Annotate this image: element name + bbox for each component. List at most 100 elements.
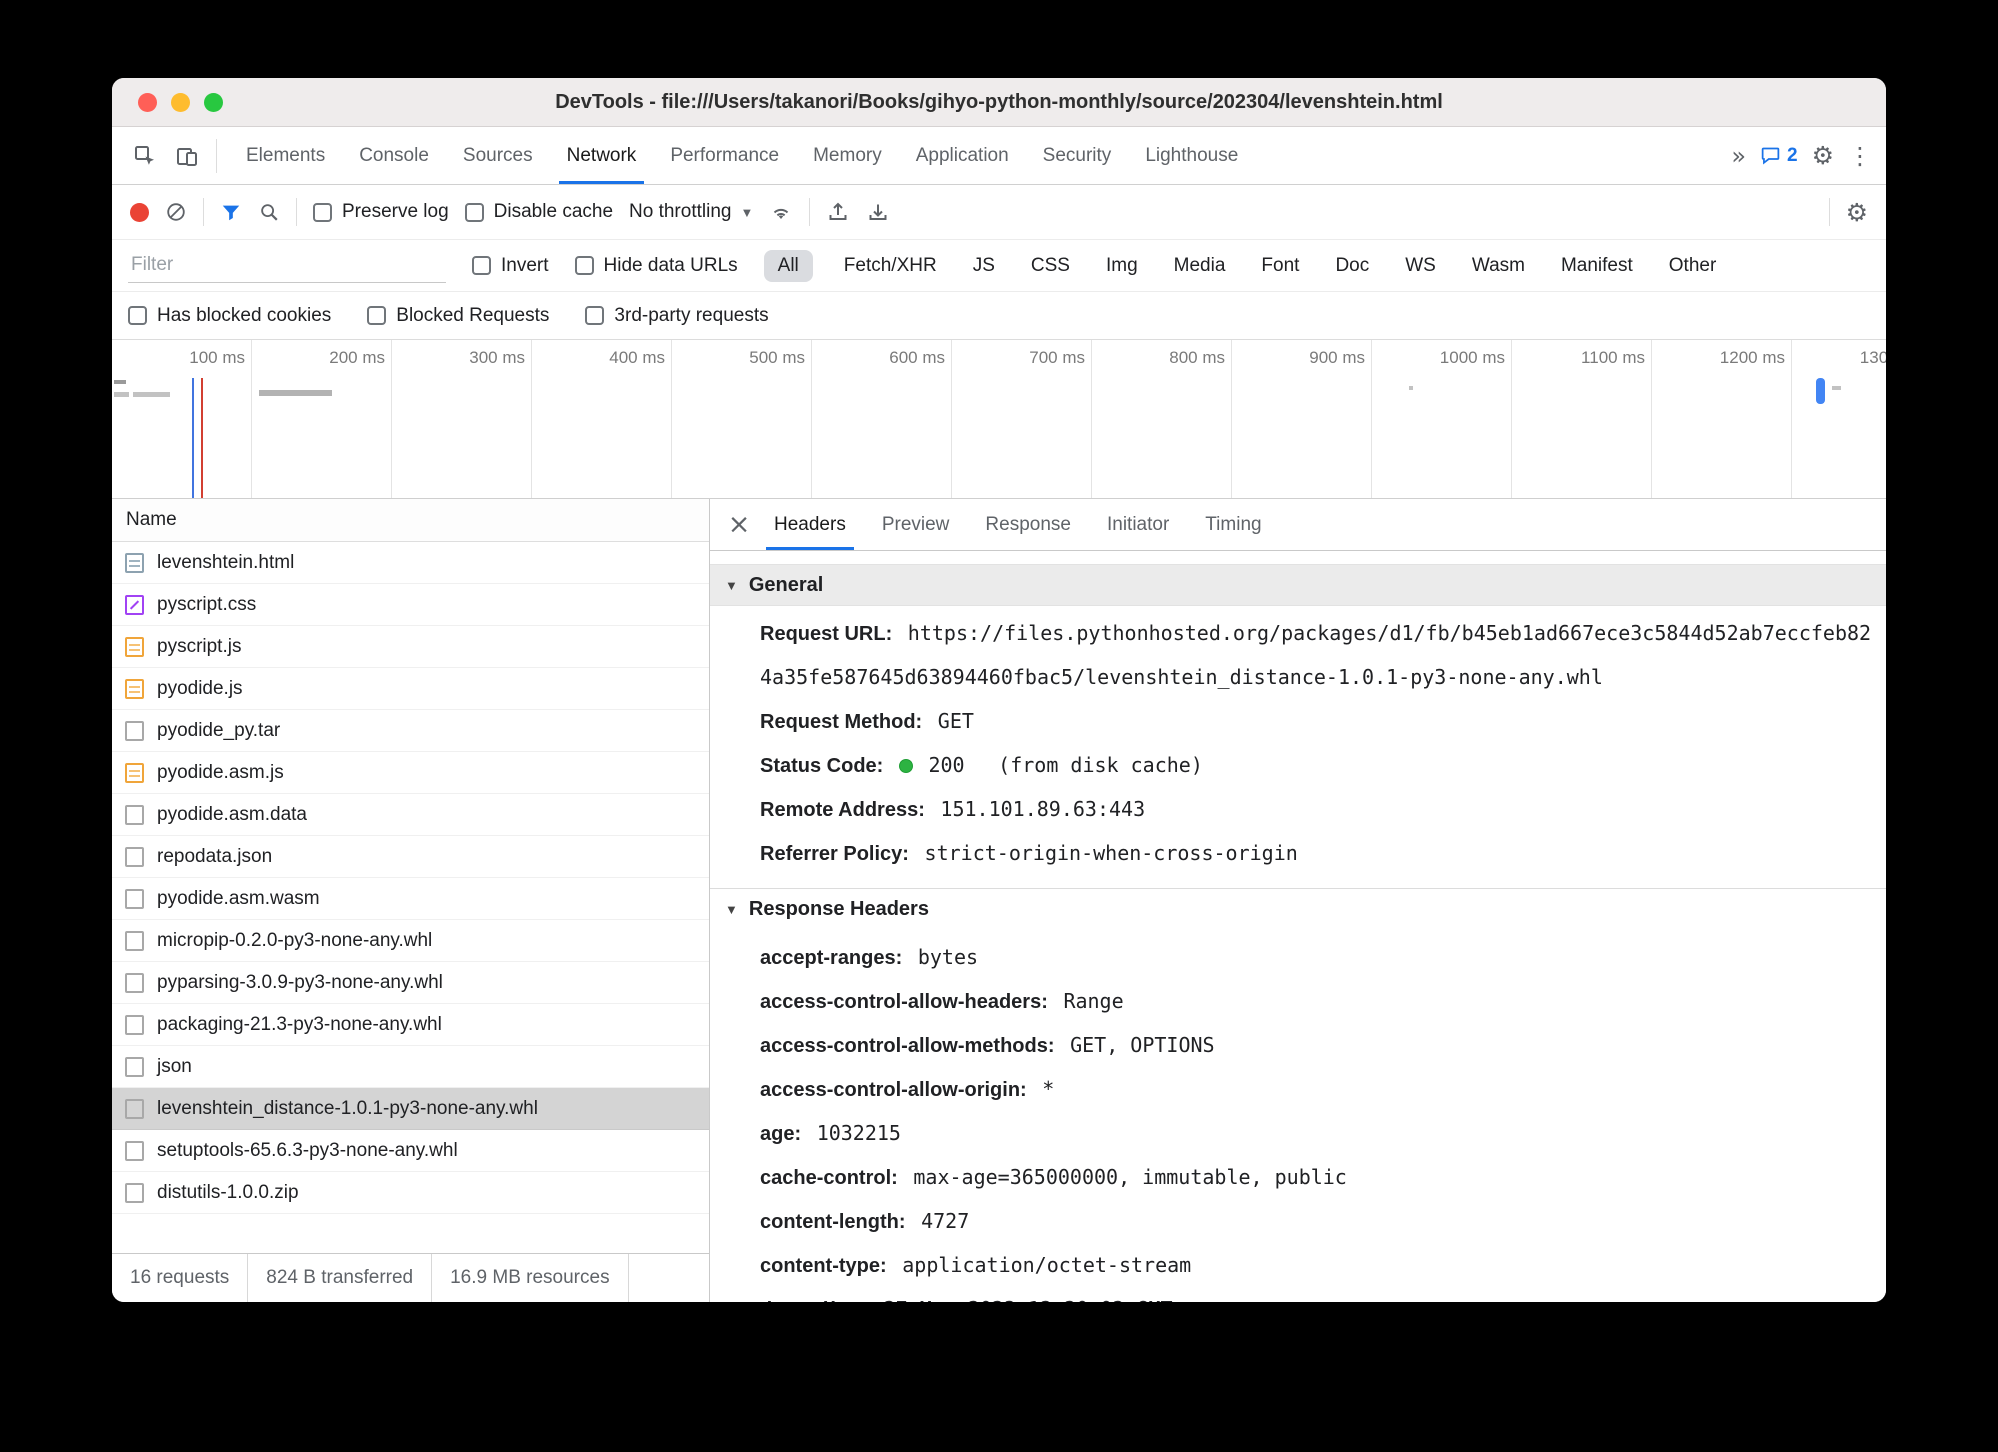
zoom-window-button[interactable] [204,93,223,112]
details-tab[interactable]: Timing [1187,499,1279,550]
panel-tab[interactable]: Elements [229,127,342,184]
details-tab-label: Preview [882,514,950,536]
load-event-marker [201,378,203,498]
preserve-log-checkbox[interactable] [313,203,332,222]
import-har-icon[interactable] [826,200,850,224]
third-party-requests-checkbox[interactable] [585,306,604,325]
panel-tab[interactable]: Network [550,127,654,184]
panel-tab[interactable]: Memory [796,127,899,184]
panel-tab-label: Sources [463,145,533,167]
network-conditions-icon[interactable] [769,200,793,224]
header-field-row: Request Method: GET [710,700,1876,744]
file-type-icon [125,931,144,951]
close-window-button[interactable] [138,93,157,112]
request-row[interactable]: micropip-0.2.0-py3-none-any.whl [112,920,709,962]
resource-type-filter[interactable]: Doc [1330,250,1374,282]
request-row[interactable]: pyodide.asm.wasm [112,878,709,920]
request-row[interactable]: setuptools-65.6.3-py3-none-any.whl [112,1130,709,1172]
resource-type-filter[interactable]: Font [1256,250,1304,282]
requests-list: levenshtein.html pyscript.css pyscript.j… [112,542,709,1253]
resource-type-filter[interactable]: Media [1169,250,1231,282]
preserve-log-option[interactable]: Preserve log [313,201,449,223]
disable-cache-checkbox[interactable] [465,203,484,222]
response-headers-section-header[interactable]: ▼ Response Headers [710,888,1886,930]
hide-data-urls-option[interactable]: Hide data URLs [575,255,738,277]
request-row[interactable]: pyodide.js [112,668,709,710]
panel-tab[interactable]: Lighthouse [1128,127,1255,184]
request-row[interactable]: json [112,1046,709,1088]
export-har-icon[interactable] [866,200,890,224]
request-name: json [157,1056,192,1078]
network-overview-timeline[interactable]: 100 ms200 ms300 ms400 ms500 ms600 ms700 … [112,340,1886,499]
hide-data-urls-checkbox[interactable] [575,256,594,275]
issues-counter[interactable]: 2 [1760,145,1798,167]
summary-stat: 824 B transferred [248,1254,432,1302]
panel-tab[interactable]: Security [1026,127,1129,184]
request-row[interactable]: distutils-1.0.0.zip [112,1172,709,1214]
inspect-element-icon[interactable] [128,139,162,173]
blocked-requests-checkbox[interactable] [367,306,386,325]
general-section-header[interactable]: ▼ General [710,564,1886,606]
resource-type-filter[interactable]: Img [1101,250,1143,282]
resource-type-filter[interactable]: WS [1400,250,1441,282]
blocked-requests-option[interactable]: Blocked Requests [367,305,549,327]
panel-tab[interactable]: Performance [653,127,796,184]
more-panels-icon[interactable]: » [1731,142,1746,170]
request-row[interactable]: packaging-21.3-py3-none-any.whl [112,1004,709,1046]
details-tab[interactable]: Response [967,499,1089,550]
hide-data-urls-label: Hide data URLs [604,255,738,277]
request-row[interactable]: pyodide.asm.js [112,752,709,794]
throttling-select[interactable]: No throttling ▼ [629,201,753,223]
record-button[interactable] [130,203,149,222]
settings-icon[interactable]: ⚙ [1812,141,1834,170]
third-party-requests-option[interactable]: 3rd-party requests [585,305,768,327]
issues-count: 2 [1787,145,1798,167]
clear-icon[interactable] [165,201,187,223]
header-field-name: Request Method: [760,711,922,733]
has-blocked-cookies-checkbox[interactable] [128,306,147,325]
request-row[interactable]: levenshtein_distance-1.0.1-py3-none-any.… [112,1088,709,1130]
panel-tab[interactable]: Console [342,127,446,184]
filter-input[interactable] [128,248,446,283]
resource-type-filter[interactable]: Other [1664,250,1722,282]
header-field-row: content-type: application/octet-stream [710,1244,1876,1288]
request-row[interactable]: pyscript.js [112,626,709,668]
request-row[interactable]: pyscript.css [112,584,709,626]
search-icon[interactable] [258,201,280,223]
request-row[interactable]: pyodide.asm.data [112,794,709,836]
header-field-name: access-control-allow-headers: [760,991,1048,1013]
request-row[interactable]: pyparsing-3.0.9-py3-none-any.whl [112,962,709,1004]
resource-type-filter[interactable]: Wasm [1467,250,1530,282]
request-row[interactable]: pyodide_py.tar [112,710,709,752]
panel-tab[interactable]: Application [899,127,1026,184]
device-toolbar-icon[interactable] [170,139,204,173]
minimize-window-button[interactable] [171,93,190,112]
close-details-icon[interactable]: × [722,509,756,540]
chevron-down-icon: ▼ [740,205,753,220]
name-column-header[interactable]: Name [112,499,709,542]
invert-checkbox[interactable] [472,256,491,275]
disable-cache-option[interactable]: Disable cache [465,201,613,223]
has-blocked-cookies-option[interactable]: Has blocked cookies [128,305,331,327]
filter-toggle-icon[interactable] [220,201,242,223]
header-field-value: Mon, 27 Mar 2023 12:20:02 GMT [823,1297,1172,1302]
request-row[interactable]: repodata.json [112,836,709,878]
resource-type-filter[interactable]: Fetch/XHR [839,250,942,282]
request-name: levenshtein_distance-1.0.1-py3-none-any.… [157,1098,538,1120]
details-tab[interactable]: Preview [864,499,968,550]
network-settings-icon[interactable]: ⚙ [1846,198,1868,227]
resource-type-filter[interactable]: CSS [1026,250,1075,282]
details-tab[interactable]: Headers [756,499,864,550]
request-name: levenshtein.html [157,552,294,574]
header-field-row: content-length: 4727 [710,1200,1876,1244]
resource-type-filter[interactable]: Manifest [1556,250,1638,282]
details-tab[interactable]: Initiator [1089,499,1187,550]
waterfall-bar [1816,378,1825,404]
invert-option[interactable]: Invert [472,255,549,277]
panel-tab[interactable]: Sources [446,127,550,184]
file-type-icon [125,1141,144,1161]
request-row[interactable]: levenshtein.html [112,542,709,584]
kebab-menu-icon[interactable]: ⋮ [1848,142,1872,170]
resource-type-filter[interactable]: JS [968,250,1000,282]
resource-type-filter[interactable]: All [764,250,813,282]
